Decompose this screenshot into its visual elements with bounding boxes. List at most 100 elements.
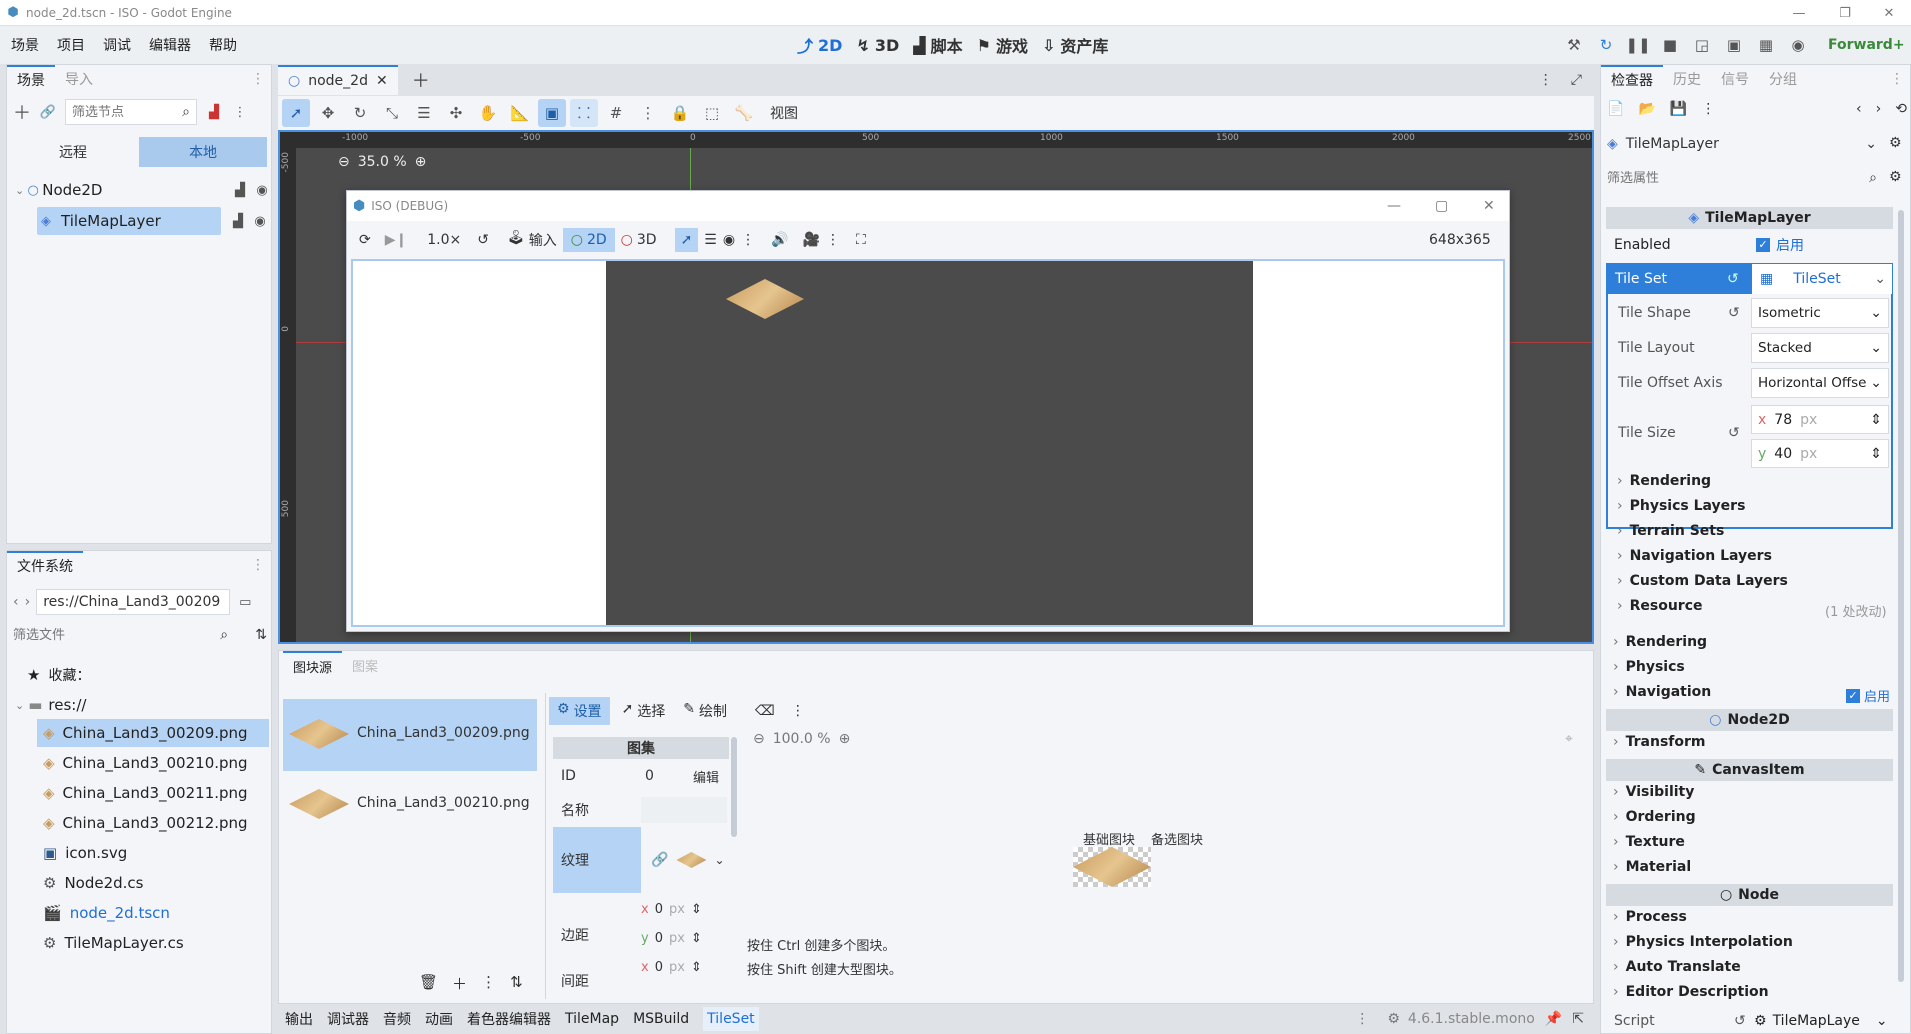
tab-animation[interactable]: 动画 bbox=[425, 1009, 453, 1029]
file-item[interactable]: ◈ China_Land3_00212.png bbox=[43, 809, 263, 837]
group-navigation[interactable]: Navigation bbox=[1613, 684, 1712, 700]
more-icon[interactable]: ⋮ bbox=[481, 973, 496, 994]
maximize-button[interactable]: ▢ bbox=[1435, 198, 1448, 214]
game-viewport[interactable] bbox=[351, 259, 1505, 627]
center-view-icon[interactable]: ⌖ bbox=[1565, 731, 1573, 747]
view-menu[interactable]: 视图 bbox=[770, 103, 798, 123]
distraction-free-icon[interactable]: ⤢ bbox=[1571, 72, 1582, 88]
dock-menu-icon[interactable]: ⋮ bbox=[251, 71, 265, 87]
script-picker[interactable]: ⚙ TileMapLaye ⌄ bbox=[1754, 1013, 1888, 1029]
file-item[interactable]: ⚙ Node2d.cs bbox=[43, 869, 263, 897]
tab-msbuild[interactable]: MSBuild bbox=[633, 1011, 689, 1027]
dock-menu-icon[interactable]: ⋮ bbox=[1890, 71, 1904, 87]
navigation-enabled-checkbox[interactable]: ✓ 启用 bbox=[1846, 686, 1890, 705]
close-button[interactable]: ✕ bbox=[1866, 0, 1911, 26]
group-process[interactable]: Process bbox=[1613, 909, 1687, 925]
mode-setup[interactable]: ⚙ 设置 bbox=[549, 697, 610, 725]
pivot-tool-icon[interactable]: ✣ bbox=[442, 99, 470, 127]
group-sub[interactable]: Resource bbox=[1617, 598, 1703, 614]
audio-icon[interactable]: 🔊 bbox=[771, 232, 788, 248]
tile-size-y[interactable]: y 40 px ⇕ bbox=[1751, 439, 1889, 468]
mode-select[interactable]: ➚ 选择 bbox=[616, 697, 672, 725]
group-physics[interactable]: Physics bbox=[1613, 659, 1685, 675]
menu-editor[interactable]: 编辑器 bbox=[140, 35, 200, 55]
menu-debug[interactable]: 调试 bbox=[94, 35, 140, 55]
ruler-tool-icon[interactable]: 📐 bbox=[506, 99, 534, 127]
zoom-in-icon[interactable]: ⊕ bbox=[415, 154, 427, 170]
reload-icon[interactable]: ↻ bbox=[1592, 31, 1620, 59]
camera-icon[interactable]: 🎥 bbox=[803, 232, 820, 248]
input-toggle[interactable]: 🕹 输入 bbox=[507, 230, 557, 250]
zoom-out-icon[interactable]: ⊖ bbox=[753, 731, 765, 747]
list-select-icon[interactable]: ☰ bbox=[410, 99, 438, 127]
group-auto-translate[interactable]: Auto Translate bbox=[1613, 959, 1741, 975]
workspace-assetlib[interactable]: ⇩ 资产库 bbox=[1042, 33, 1108, 57]
group-texture[interactable]: Texture bbox=[1613, 834, 1685, 850]
fullscreen-icon[interactable]: ⛶ bbox=[856, 232, 866, 248]
file-item[interactable]: ◈ China_Land3_00209.png bbox=[37, 719, 269, 747]
atlas-texture[interactable] bbox=[1073, 847, 1151, 887]
source-item-0[interactable]: China_Land3_00209.png bbox=[283, 699, 537, 771]
move-tool-icon[interactable]: ✥ bbox=[314, 99, 342, 127]
eye-icon[interactable]: ◉ bbox=[723, 232, 735, 248]
remote-debug-icon[interactable]: ◲ bbox=[1688, 31, 1716, 59]
mode-2d-button[interactable]: ○ 2D bbox=[562, 228, 615, 252]
scene-tab[interactable]: ○ node_2d ✕ bbox=[278, 65, 398, 95]
node-row-tilemaplayer[interactable]: ◈ TileMapLayer bbox=[37, 207, 221, 235]
bone-icon[interactable]: 🦴 bbox=[730, 99, 758, 127]
history-icon[interactable]: ⟲ bbox=[1895, 101, 1907, 117]
forward-icon[interactable]: › bbox=[1876, 101, 1882, 117]
enabled-checkbox[interactable]: ✓ 启用 bbox=[1756, 235, 1804, 255]
margin-y-field[interactable]: y 0 px ⇕ bbox=[641, 926, 727, 950]
stepper-icon[interactable]: ⇕ bbox=[691, 931, 702, 946]
revert-icon[interactable]: ↺ bbox=[1727, 271, 1739, 287]
suspend-icon[interactable]: ⟳ bbox=[359, 232, 371, 248]
more-icon[interactable]: ⋮ bbox=[741, 232, 755, 248]
scene-filter-input[interactable] bbox=[72, 104, 172, 120]
file-item[interactable]: ⚙ TileMapLayer.cs bbox=[43, 929, 263, 957]
filter-options-icon[interactable]: ⚙ bbox=[1889, 169, 1902, 185]
margin-x-field[interactable]: x 0 px ⇕ bbox=[641, 897, 727, 921]
tile-size-x[interactable]: x 78 px ⇕ bbox=[1751, 405, 1889, 434]
group-sub[interactable]: Terrain Sets bbox=[1617, 523, 1725, 539]
tab-patterns[interactable]: 图案 bbox=[342, 651, 388, 679]
back-icon[interactable]: ‹ bbox=[13, 594, 19, 610]
tab-import[interactable]: 导入 bbox=[55, 65, 103, 93]
tab-audio[interactable]: 音频 bbox=[383, 1009, 411, 1029]
visibility-icon[interactable]: ◉ bbox=[251, 212, 269, 230]
atlas-view[interactable]: ⊖ 100.0 % ⊕ ⌖ 基础图块 备选图块 按住 Ctrl 创建多个图块。 … bbox=[743, 723, 1591, 1001]
prop-dropdown[interactable]: Stacked ⌄ bbox=[1751, 333, 1889, 363]
lock-icon[interactable]: 🔒 bbox=[666, 99, 694, 127]
property-filter-input[interactable] bbox=[1607, 170, 1807, 186]
group-sub[interactable]: Custom Data Layers bbox=[1617, 573, 1788, 589]
eraser-icon[interactable]: ⌫ bbox=[755, 703, 775, 719]
grid-icon[interactable]: # bbox=[602, 99, 630, 127]
visibility-icon[interactable]: ◉ bbox=[253, 181, 271, 199]
tab-debugger[interactable]: 调试器 bbox=[327, 1009, 369, 1029]
tab-tileset[interactable]: TileSet bbox=[703, 1007, 759, 1031]
menu-help[interactable]: 帮助 bbox=[200, 35, 246, 55]
minimize-button[interactable]: — bbox=[1387, 198, 1401, 214]
file-item[interactable]: ▣ icon.svg bbox=[43, 839, 263, 867]
texture-preview[interactable] bbox=[676, 852, 707, 868]
stop-icon[interactable]: ■ bbox=[1656, 31, 1684, 59]
open-icon[interactable]: 📂 bbox=[1638, 101, 1655, 117]
add-icon[interactable]: ＋ bbox=[452, 973, 467, 994]
path-field[interactable]: res://China_Land3_00209 bbox=[36, 589, 231, 615]
rotate-tool-icon[interactable]: ↻ bbox=[346, 99, 374, 127]
mode-3d-button[interactable]: ○ 3D bbox=[621, 232, 657, 248]
group-physics-interpolation[interactable]: Physics Interpolation bbox=[1613, 934, 1793, 950]
group-editor-description[interactable]: Editor Description bbox=[1613, 984, 1769, 1000]
more-icon[interactable]: ⋮ bbox=[1539, 72, 1553, 88]
more-icon[interactable]: ⋮ bbox=[1355, 1011, 1369, 1027]
tab-history[interactable]: 历史 bbox=[1663, 65, 1711, 93]
group-transform[interactable]: Transform bbox=[1613, 734, 1706, 750]
tab-groups[interactable]: 分组 bbox=[1759, 65, 1807, 93]
close-button[interactable]: ✕ bbox=[1483, 198, 1495, 214]
scene-filter[interactable]: ⌕ bbox=[65, 99, 197, 125]
local-button[interactable]: 本地 bbox=[139, 137, 267, 167]
tab-filesystem[interactable]: 文件系统 bbox=[7, 551, 83, 579]
group-rendering[interactable]: Rendering bbox=[1613, 634, 1707, 650]
script-icon[interactable]: ▟ bbox=[229, 212, 247, 230]
inspector-scrollbar[interactable] bbox=[1898, 210, 1904, 982]
